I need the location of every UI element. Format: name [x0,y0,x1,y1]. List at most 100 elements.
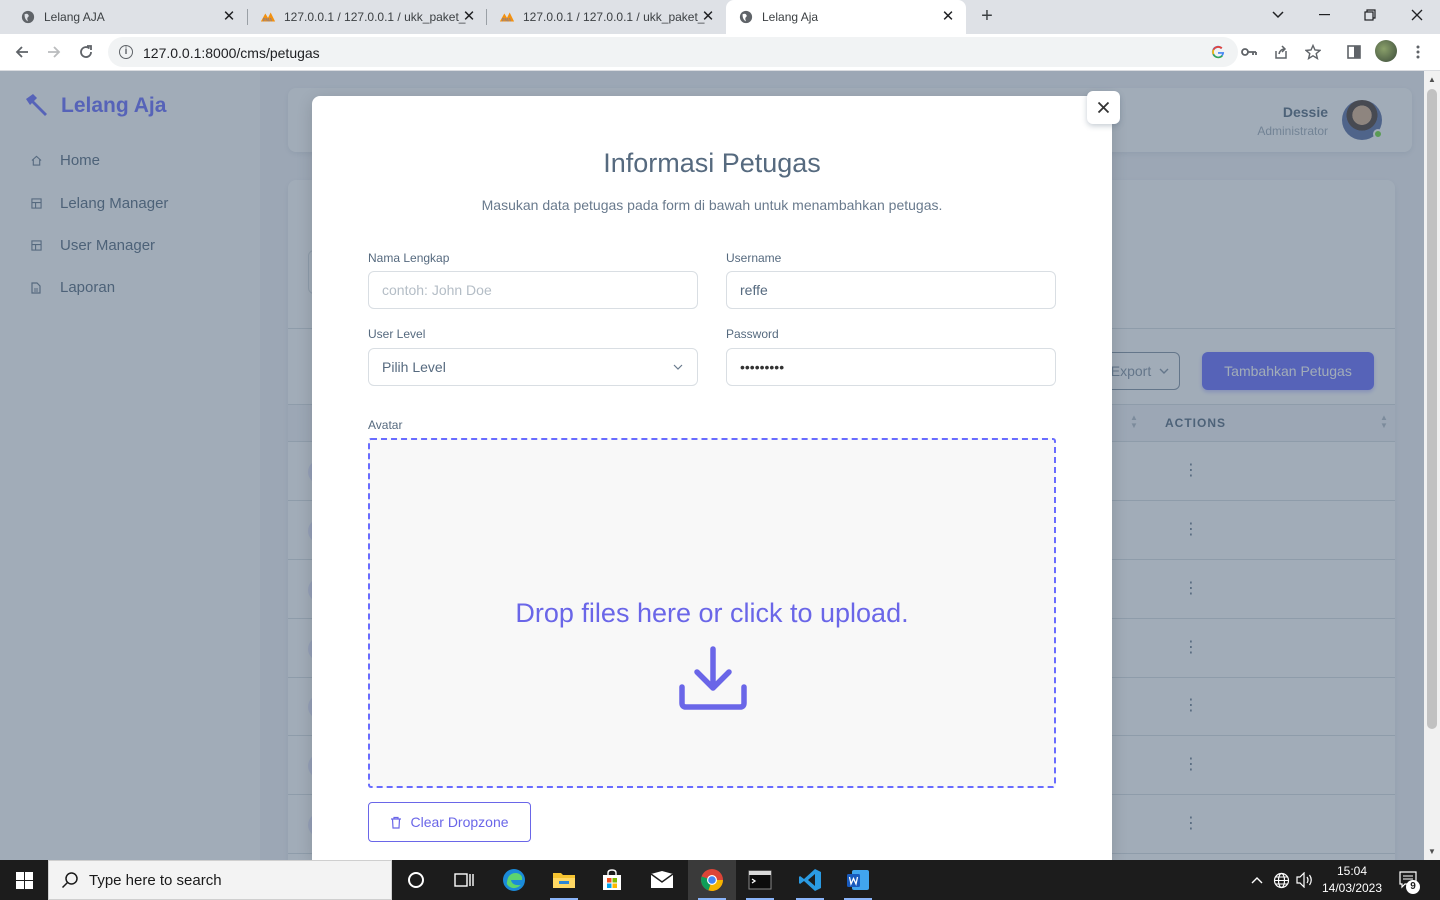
chrome-app[interactable] [688,860,736,900]
close-window-button[interactable] [1394,0,1440,30]
notification-badge: 9 [1406,880,1420,894]
chevron-up-icon [1251,877,1263,884]
side-panel-icon[interactable] [1344,42,1364,62]
clear-dropzone-label: Clear Dropzone [410,814,509,830]
phpmyadmin-icon: PMA [499,9,515,25]
new-tab-button[interactable]: + [976,5,998,27]
mail-app[interactable] [638,860,686,900]
tab-search-icon[interactable] [1255,0,1301,30]
share-icon[interactable] [1273,44,1289,60]
search-icon [61,872,78,889]
show-hidden-icons[interactable] [1246,860,1268,900]
password-masked-value: ••••••••• [740,359,785,375]
close-icon [1097,101,1110,114]
password-label: Password [726,327,779,341]
cortana-circle-icon [408,872,424,888]
file-explorer-app[interactable] [540,860,588,900]
reload-button[interactable] [73,39,99,65]
close-tab-icon[interactable]: ✕ [700,9,716,25]
microsoft-store-app[interactable] [588,860,636,900]
scroll-up-icon[interactable]: ▲ [1428,75,1436,84]
word-icon [847,870,869,890]
svg-text:PMA: PMA [502,17,512,23]
browser-toolbar: i 127.0.0.1:8000/cms/petugas [0,34,1440,71]
scroll-down-icon[interactable]: ▼ [1428,847,1436,856]
windows-logo-icon [15,871,33,889]
avatar-dropzone[interactable]: Drop files here or click to upload. [368,438,1056,788]
back-button[interactable] [9,39,35,65]
dropzone-message: Drop files here or click to upload. [515,598,909,628]
browser-tab-2[interactable]: PMA 127.0.0.1 / 127.0.0.1 / ukk_paket_ ✕ [240,0,487,34]
tab-title: Lelang Aja [762,10,819,24]
taskbar-search-box[interactable]: Type here to search [48,860,392,900]
clock-time: 15:04 [1336,864,1368,878]
user-level-select[interactable]: Pilih Level [368,348,698,386]
nama-lengkap-label: Nama Lengkap [368,251,450,265]
password-input[interactable]: ••••••••• [726,348,1056,386]
user-level-label: User Level [368,327,426,341]
close-tab-icon[interactable]: ✕ [461,9,477,25]
close-tab-icon[interactable]: ✕ [221,9,237,25]
cortana-button[interactable] [392,860,440,900]
network-icon[interactable] [1270,860,1292,900]
tab-title: 127.0.0.1 / 127.0.0.1 / ukk_paket_ [523,10,705,24]
avatar-label: Avatar [368,418,403,432]
site-info-icon[interactable]: i [119,45,133,59]
profile-avatar-icon[interactable] [1375,40,1397,62]
globe-icon [738,9,754,25]
scrollbar-thumb[interactable] [1427,89,1437,729]
google-icon[interactable] [1210,44,1226,60]
clock-date: 14/03/2023 [1321,881,1383,895]
edge-app[interactable] [490,860,538,900]
petugas-modal: Informasi Petugas Masukan data petugas p… [312,91,1120,860]
nama-lengkap-input[interactable] [368,271,698,309]
forward-button[interactable] [41,39,67,65]
vscode-app[interactable] [786,860,834,900]
terminal-icon [748,870,772,890]
minimize-button[interactable] [1301,0,1347,30]
volume-icon[interactable] [1294,860,1316,900]
restore-button[interactable] [1347,0,1393,30]
start-button[interactable] [0,860,48,900]
clear-dropzone-button[interactable]: Clear Dropzone [368,802,531,842]
mail-icon [650,871,674,888]
bookmark-star-icon[interactable] [1305,44,1321,60]
modal-title: Informasi Petugas [603,148,821,178]
username-input[interactable] [726,271,1056,309]
close-tab-icon[interactable]: ✕ [940,9,956,25]
vscode-icon [799,869,821,891]
store-bag-icon [603,869,621,890]
task-view-icon [454,873,474,887]
modal-close-button[interactable] [1087,91,1120,124]
search-placeholder: Type here to search [89,871,222,889]
globe-icon [20,9,36,25]
chrome-icon [701,869,723,891]
edge-icon [503,869,525,891]
browser-tab-strip: Lelang AJA ✕ PMA 127.0.0.1 / 127.0.0.1 /… [0,0,1440,34]
modal-subtitle: Masukan data petugas pada form di bawah … [481,197,943,213]
download-icon [679,646,747,710]
tab-title: Lelang AJA [44,10,105,24]
url-text: 127.0.0.1:8000/cms/petugas [143,45,320,61]
key-icon[interactable] [1241,44,1257,60]
task-view-button[interactable] [440,860,488,900]
taskbar-clock[interactable]: 15:04 14/03/2023 [1318,863,1386,897]
chevron-down-icon [673,364,683,370]
browser-tab-1[interactable]: Lelang AJA ✕ [0,0,247,34]
browser-tab-4-active[interactable]: Lelang Aja ✕ [726,0,966,34]
notification-center[interactable]: 9 [1396,860,1422,900]
user-level-selected: Pilih Level [382,359,446,375]
browser-tab-3[interactable]: PMA 127.0.0.1 / 127.0.0.1 / ukk_paket_ ✕ [479,0,726,34]
trash-icon [391,816,402,829]
page-scrollbar[interactable]: ▲ ▼ [1424,71,1440,860]
username-label: Username [726,251,782,265]
svg-text:PMA: PMA [263,17,273,23]
windows-taskbar: Type here to search 15:04 14/03/2023 9 [0,860,1440,900]
phpmyadmin-icon: PMA [260,9,276,25]
folder-icon [553,873,575,888]
address-bar[interactable]: i 127.0.0.1:8000/cms/petugas [108,37,1321,67]
word-app[interactable] [834,860,882,900]
terminal-app[interactable] [736,860,784,900]
tab-title: 127.0.0.1 / 127.0.0.1 / ukk_paket_ [284,10,466,24]
menu-kebab-icon[interactable] [1408,42,1428,62]
